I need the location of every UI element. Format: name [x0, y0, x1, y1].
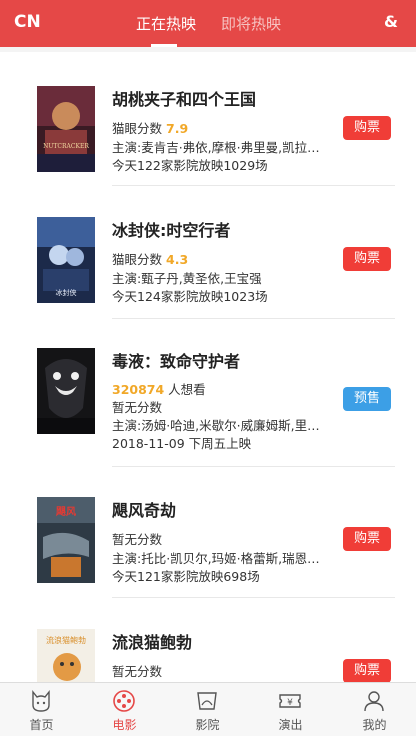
movie-release-date: 2018-11-09 下周五上映 [112, 436, 252, 451]
movie-showtimes: 今天124家影院放映1023场 [112, 289, 268, 304]
score-label: 猫眼分数 [112, 252, 163, 267]
tab-shows-label: 演出 [278, 718, 303, 732]
active-tab-indicator [151, 44, 177, 47]
movie-title[interactable]: 飓风奇劫 [112, 497, 176, 521]
svg-text:¥: ¥ [287, 698, 293, 708]
search-button[interactable]: & [384, 12, 398, 31]
tab-movies-label: 电影 [112, 718, 137, 732]
movie-showtimes: 今天122家影院放映1029场 [112, 158, 268, 173]
svg-text:冰封侠: 冰封侠 [56, 288, 77, 297]
movie-cast: 主演:甄子丹,黄圣依,王宝强 [112, 271, 262, 286]
score-value: 4.3 [166, 252, 189, 267]
movie-want-line: 320874 人想看 [112, 379, 322, 398]
movie-no-score: 暂无分数 [112, 664, 163, 679]
city-selector[interactable]: CN [14, 12, 41, 32]
movie-cast: 主演:汤姆·哈迪,米歇尔·威廉姆斯,里兹·阿迈德 [112, 418, 322, 433]
tab-coming-soon[interactable]: 即将热映 [221, 13, 281, 34]
movie-list[interactable]: NUTCRACKER 胡桃夹子和四个王国 猫眼分数 7.9 主演:麦肯吉·弗依,… [0, 52, 416, 682]
svg-text:流浪猫鲍勃: 流浪猫鲍勃 [46, 635, 86, 645]
buy-ticket-button[interactable]: 购票 [343, 659, 391, 682]
movie-showtimes: 今天121家影院放映698场 [112, 569, 260, 584]
movie-poster[interactable] [37, 348, 95, 434]
divider [112, 466, 395, 467]
cinema-screen-icon [195, 689, 219, 713]
buy-ticket-button[interactable]: 购票 [343, 247, 391, 271]
tab-home[interactable]: 首页 [0, 683, 83, 736]
bottom-tab-bar: 首页 电影 影院 ¥ 演出 我的 [0, 682, 416, 736]
movie-cast: 主演:麦肯吉·弗依,摩根·弗里曼,凯拉·奈特莉 [112, 140, 322, 155]
movie-title[interactable]: 毒液：致命守护者 [112, 348, 240, 372]
movie-title[interactable]: 冰封侠:时空行者 [112, 217, 230, 241]
user-icon [362, 689, 386, 713]
tab-movies[interactable]: 电影 [83, 683, 166, 736]
movie-score-line: 猫眼分数 4.3 [112, 249, 322, 268]
tab-cinemas-label: 影院 [195, 718, 220, 732]
tab-mine-label: 我的 [362, 718, 387, 732]
presale-button[interactable]: 预售 [343, 387, 391, 411]
divider [112, 318, 395, 319]
tab-mine[interactable]: 我的 [333, 683, 416, 736]
score-label: 猫眼分数 [112, 121, 163, 136]
tab-now-showing[interactable]: 正在热映 [136, 13, 196, 34]
svg-text:飓风: 飓风 [56, 506, 76, 518]
movie-title[interactable]: 胡桃夹子和四个王国 [112, 86, 256, 110]
movie-no-score: 暂无分数 [112, 532, 163, 547]
tab-home-label: 首页 [29, 718, 54, 732]
movie-score-line: 猫眼分数 7.9 [112, 118, 322, 137]
top-header: CN 正在热映 即将热映 & [0, 0, 416, 47]
tab-shows[interactable]: ¥ 演出 [249, 683, 332, 736]
buy-ticket-button[interactable]: 购票 [343, 116, 391, 140]
want-count: 320874 [112, 382, 165, 397]
buy-ticket-button[interactable]: 购票 [343, 527, 391, 551]
divider [112, 185, 395, 186]
tab-cinemas[interactable]: 影院 [166, 683, 249, 736]
movie-cast: 主演:托比·凯贝尔,玛姬·格蕾斯,瑞恩·科万腾 [112, 551, 322, 566]
ticket-icon: ¥ [278, 689, 302, 713]
movie-title[interactable]: 流浪猫鲍勃 [112, 629, 192, 653]
want-label: 人想看 [164, 382, 206, 397]
movie-poster[interactable]: 飓风 [37, 497, 95, 583]
movie-no-score: 暂无分数 [112, 400, 163, 415]
home-cat-icon [29, 689, 53, 713]
film-reel-icon [112, 689, 136, 713]
svg-text:NUTCRACKER: NUTCRACKER [43, 143, 89, 150]
divider [112, 597, 395, 598]
movie-poster[interactable]: 冰封侠 [37, 217, 95, 303]
movie-poster[interactable]: 流浪猫鲍勃 [37, 629, 95, 682]
score-value: 7.9 [166, 121, 189, 136]
movie-poster[interactable]: NUTCRACKER [37, 86, 95, 172]
